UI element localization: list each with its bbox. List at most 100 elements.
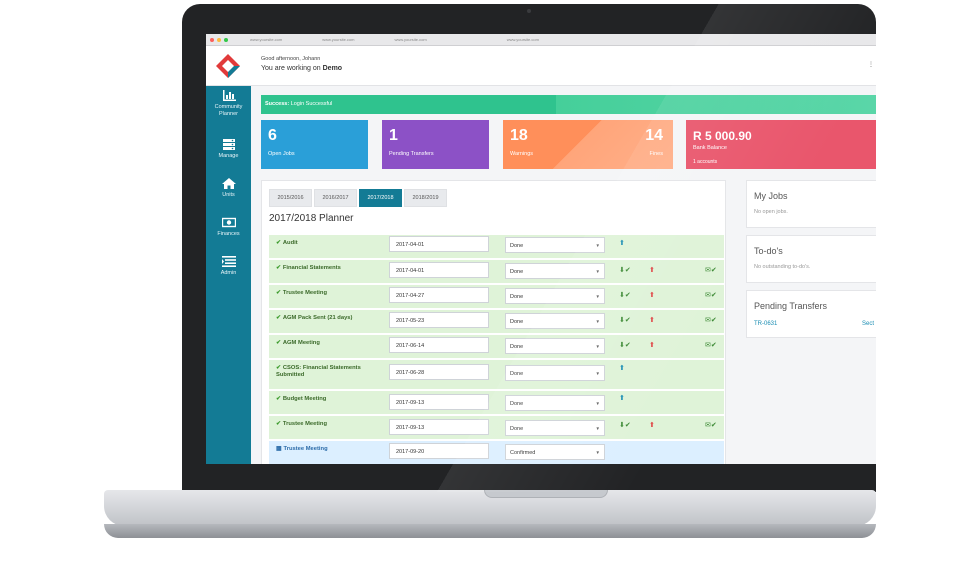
tab-2018-2019[interactable]: 2018/2019 xyxy=(404,189,447,207)
date-input[interactable]: 2017-04-01 xyxy=(389,262,489,278)
date-input[interactable]: 2017-06-14 xyxy=(389,337,489,353)
tab-2016-2017[interactable]: 2016/2017 xyxy=(314,189,357,207)
stat-bank-balance[interactable]: R 5 000.90 Bank Balance 1 accounts xyxy=(686,120,876,169)
status-select[interactable]: Done ▼ xyxy=(505,338,605,354)
workspace-name[interactable]: Demo xyxy=(323,65,342,72)
caret-down-icon: ▼ xyxy=(595,243,600,248)
download-check-icon[interactable]: ⬇✔ xyxy=(619,422,631,429)
mail-check-icon[interactable]: ✉✔ xyxy=(705,267,717,274)
transfer-link[interactable]: TR-0631 xyxy=(754,321,777,327)
caret-down-icon: ▼ xyxy=(595,401,600,406)
address-bar[interactable]: www.yoursite.com xyxy=(507,37,539,42)
status-select[interactable]: Done ▼ xyxy=(505,395,605,411)
tab-2017-2018[interactable]: 2017/2018 xyxy=(359,189,402,207)
date-input[interactable]: 2017-09-13 xyxy=(389,394,489,410)
status-select[interactable]: Done ▼ xyxy=(505,288,605,304)
stat-warnings-fines[interactable]: 18 Warnings 14 Fines xyxy=(503,120,673,169)
row-name: ✔ CSOS: Financial Statements Submitted xyxy=(276,365,361,378)
stat-pending-transfers[interactable]: 1 Pending Transfers xyxy=(382,120,489,169)
upload-icon[interactable]: ⬆ xyxy=(649,292,655,299)
caret-down-icon: ▼ xyxy=(595,269,600,274)
browser-tab[interactable]: www.yoursite.com xyxy=(250,37,282,42)
sidebar-item-community-planner[interactable]: Community Planner xyxy=(206,90,251,117)
planner-row: ✔ Trustee Meeting 2017-04-27 Done ▼ ⬇✔ ⬆ ✉… xyxy=(269,285,724,309)
row-name: ✔ Trustee Meeting xyxy=(276,290,327,296)
sidebar-item-admin[interactable]: Admin xyxy=(206,256,251,277)
planner-row: ✔ Financial Statements 2017-04-01 Done ▼ ⬇… xyxy=(269,260,724,284)
mail-check-icon[interactable]: ✉✔ xyxy=(705,317,717,324)
download-check-icon[interactable]: ⬇✔ xyxy=(619,292,631,299)
sidebar-item-units[interactable]: Units xyxy=(206,178,251,199)
mail-check-icon[interactable]: ✉✔ xyxy=(705,422,717,429)
planner-row: ✔ Trustee Meeting 2017-09-13 Done ▼ ⬇✔ ⬆ ✉… xyxy=(269,416,724,440)
row-name: ✔ Trustee Meeting xyxy=(276,421,327,427)
status-select[interactable]: Done ▼ xyxy=(505,420,605,436)
browser-tab[interactable]: www.yoursite.com xyxy=(394,37,426,42)
maximize-dot[interactable] xyxy=(224,37,228,42)
stat-label: Bank Balance xyxy=(693,145,727,151)
date-input[interactable]: 2017-06-28 xyxy=(389,364,489,380)
alert-text: Login Successful xyxy=(290,101,333,107)
transfer-action-link[interactable]: Sect xyxy=(862,321,874,327)
list-icon xyxy=(222,139,235,150)
browser-tab[interactable]: www.yoursite.com xyxy=(322,37,354,42)
upload-icon[interactable]: ⬆ xyxy=(619,365,625,372)
mail-check-icon[interactable]: ✉✔ xyxy=(705,342,717,349)
planner-row: ✔ CSOS: Financial Statements Submitted 20… xyxy=(269,360,724,390)
app-logo[interactable] xyxy=(214,52,242,80)
download-check-icon[interactable]: ⬇✔ xyxy=(619,317,631,324)
planner-row: ✔ AGM Meeting 2017-06-14 Done ▼ ⬇✔ ⬆ ✉✔ xyxy=(269,335,724,359)
tab-2015-2016[interactable]: 2015/2016 xyxy=(269,189,312,207)
date-input[interactable]: 2017-04-01 xyxy=(389,236,489,252)
upload-icon[interactable]: ⬆ xyxy=(649,422,655,429)
my-jobs-card: My Jobs No open jobs. xyxy=(746,180,876,228)
date-input[interactable]: 2017-05-23 xyxy=(389,312,489,328)
date-input[interactable]: 2017-09-20 xyxy=(389,443,489,459)
laptop-notch xyxy=(484,490,608,498)
status-select[interactable]: Done ▼ xyxy=(505,237,605,253)
mail-check-icon[interactable]: ✉✔ xyxy=(705,292,717,299)
calendar-icon: ▦ xyxy=(276,446,282,452)
window-controls xyxy=(210,37,228,42)
todos-card: To-do's No outstanding to-do's. xyxy=(746,235,876,283)
list-lines-icon xyxy=(221,256,236,267)
stat-value: 1 xyxy=(389,127,398,144)
caret-down-icon: ▼ xyxy=(595,294,600,299)
stat-label: Open Jobs xyxy=(268,151,295,157)
browser-bar: www.yoursite.com www.yoursite.com www.yo… xyxy=(206,34,876,46)
check-icon: ✔ xyxy=(276,290,281,296)
stat-label: Pending Transfers xyxy=(389,151,434,157)
upload-icon[interactable]: ⬆ xyxy=(649,317,655,324)
planner-row: ✔ Audit 2017-04-01 Done ▼ ⬆ xyxy=(269,235,724,259)
sidebar-item-label: Finances xyxy=(217,231,240,237)
planner-title: 2017/2018 Planner xyxy=(269,213,354,224)
upload-icon[interactable]: ⬆ xyxy=(619,240,625,247)
status-select[interactable]: Done ▼ xyxy=(505,365,605,381)
status-select[interactable]: Confirmed ▼ xyxy=(505,444,605,460)
success-alert: Success: Login Successful xyxy=(261,95,876,114)
stat-open-jobs[interactable]: 6 Open Jobs xyxy=(261,120,368,169)
sidebar-item-manage[interactable]: Manage xyxy=(206,139,251,160)
sidebar-item-finances[interactable]: Finances xyxy=(206,217,251,238)
bar-chart-icon xyxy=(222,90,236,101)
download-check-icon[interactable]: ⬇✔ xyxy=(619,267,631,274)
planner-row: ✔ AGM Pack Sent (21 days) 2017-05-23 Done… xyxy=(269,310,724,334)
status-select[interactable]: Done ▼ xyxy=(505,313,605,329)
date-input[interactable]: 2017-09-13 xyxy=(389,419,489,435)
status-select[interactable]: Done ▼ xyxy=(505,263,605,279)
webcam xyxy=(527,9,531,13)
minimize-dot[interactable] xyxy=(217,37,221,42)
close-dot[interactable] xyxy=(210,37,214,42)
upload-icon[interactable]: ⬆ xyxy=(649,342,655,349)
stat-label: Warnings xyxy=(510,151,534,157)
upload-icon[interactable]: ⬆ xyxy=(649,267,655,274)
row-name: ✔ Financial Statements xyxy=(276,265,341,271)
check-icon: ✔ xyxy=(276,365,281,371)
sidebar-item-label: Manage xyxy=(218,153,239,159)
download-check-icon[interactable]: ⬇✔ xyxy=(619,342,631,349)
caret-down-icon: ▼ xyxy=(595,450,600,455)
upload-icon[interactable]: ⬆ xyxy=(619,395,625,402)
menu-icon[interactable]: ⋮ xyxy=(868,61,874,68)
sidebar-item-label: Units xyxy=(222,192,235,198)
date-input[interactable]: 2017-04-27 xyxy=(389,287,489,303)
